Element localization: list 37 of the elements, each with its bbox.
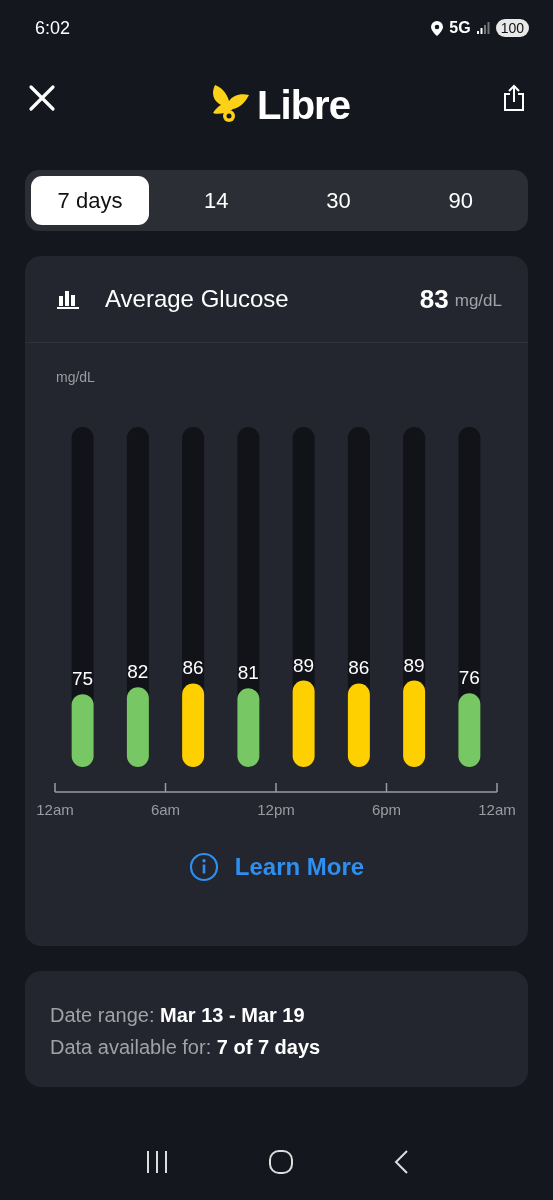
- x-tick-label: 12pm: [257, 801, 295, 818]
- x-tick-label: 12am: [478, 801, 516, 818]
- bar-value: 76: [458, 667, 480, 689]
- average-value: 83: [419, 283, 449, 315]
- period-tab[interactable]: 30: [277, 176, 400, 225]
- bar-value: 89: [293, 654, 315, 676]
- info-text: Date range: Mar 13 - Mar 19: [50, 1003, 306, 1028]
- x-tick-label: 12am: [36, 801, 74, 818]
- signal-icon: [476, 22, 490, 34]
- bar-chart-icon: [57, 288, 81, 310]
- period-tab[interactable]: 90: [399, 176, 522, 225]
- bar-value: 89: [403, 654, 425, 676]
- axis-unit: mg/dL: [55, 368, 96, 387]
- x-tick-label: 6am: [150, 801, 181, 818]
- average-unit: mg/dL: [454, 291, 502, 311]
- bar-value: 75: [72, 668, 94, 690]
- home-icon[interactable]: [267, 1149, 294, 1175]
- bar-value: 86: [348, 657, 370, 679]
- info-text: Data available for: 7 of 7 days: [50, 1035, 322, 1060]
- learn-more-link[interactable]: Learn More: [181, 852, 372, 882]
- bar-value: 86: [182, 657, 204, 679]
- network-type: 5G: [449, 19, 471, 37]
- location-icon: [431, 20, 444, 36]
- status-time: 6:02: [35, 17, 71, 39]
- period-tab[interactable]: 7 days: [31, 176, 149, 225]
- share-button[interactable]: [503, 84, 525, 112]
- x-tick-label: 6pm: [371, 801, 402, 818]
- recent-apps-icon[interactable]: [144, 1150, 169, 1174]
- bar-value: 81: [237, 662, 259, 684]
- info-icon: [188, 852, 219, 882]
- close-button[interactable]: [28, 84, 56, 112]
- period-tab[interactable]: 14: [155, 176, 278, 225]
- battery-level: 100: [495, 19, 529, 37]
- back-icon[interactable]: [392, 1149, 409, 1175]
- card-title: Average Glucose: [105, 285, 290, 313]
- logo-text: Libre: [257, 82, 350, 128]
- bar-value: 82: [127, 661, 149, 683]
